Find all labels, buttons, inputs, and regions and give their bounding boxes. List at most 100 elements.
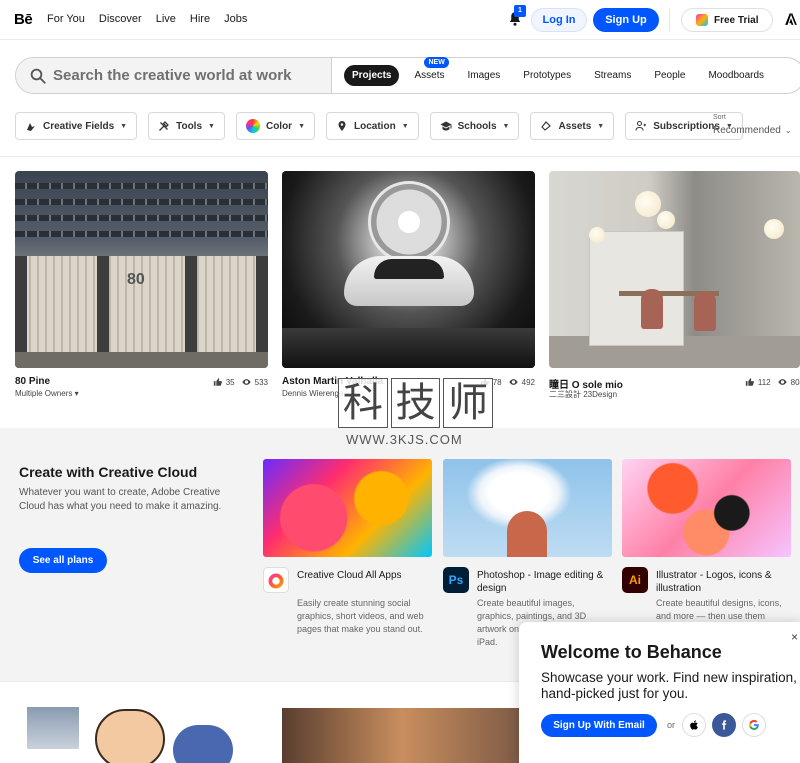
nav-discover[interactable]: Discover	[99, 13, 142, 25]
asset-tag-icon	[541, 121, 552, 131]
google-signin-button[interactable]	[742, 713, 766, 737]
project-stats: 112 804	[745, 377, 800, 387]
adobe-logo-icon[interactable]	[784, 12, 798, 26]
project-owner[interactable]: 二三設計 23Design	[549, 389, 617, 400]
search-input[interactable]: Search the creative world at work	[53, 67, 291, 84]
app-card-creative-cloud[interactable]: Creative Cloud All Apps Easily create st…	[263, 459, 432, 634]
nav-live[interactable]: Live	[156, 13, 176, 25]
filter-label: Location	[354, 120, 396, 132]
color-wheel-icon	[245, 119, 260, 133]
top-navigation: Bē For You Discover Live Hire Jobs 1 Log…	[0, 0, 800, 40]
watermark-char: 科	[338, 378, 388, 428]
tab-streams[interactable]: Streams	[586, 65, 639, 86]
tab-images[interactable]: Images	[459, 65, 508, 86]
view-count: 533	[254, 377, 268, 387]
signup-with-email-button[interactable]: Sign Up With Email	[541, 714, 657, 737]
welcome-popup: × Welcome to Behance Showcase your work.…	[519, 622, 800, 763]
creative-cloud-logo-icon	[268, 573, 284, 589]
project-stats: 35 533	[213, 377, 268, 387]
filter-tools[interactable]: Tools ▼	[148, 112, 225, 140]
search-icon	[30, 68, 46, 84]
sort-label: Sort	[713, 114, 726, 121]
owner-name: Multiple Owners	[15, 389, 73, 398]
tab-assets[interactable]: NEW Assets	[406, 57, 452, 86]
close-icon[interactable]: ×	[791, 630, 798, 644]
chevron-down-icon: ▼	[597, 122, 605, 130]
tab-prototypes[interactable]: Prototypes	[515, 65, 579, 86]
chevron-down-icon: ▼	[401, 122, 409, 130]
app-name[interactable]: Photoshop - Image editing & design	[477, 569, 612, 595]
search-field[interactable]: Search the creative world at work	[16, 58, 332, 93]
project-thumbnail[interactable]: 80	[15, 171, 268, 368]
chevron-down-icon: ▼	[120, 122, 128, 130]
filter-label: Creative Fields	[43, 120, 115, 132]
free-trial-button[interactable]: Free Trial	[681, 8, 773, 32]
filter-schools[interactable]: Schools ▼	[429, 112, 520, 140]
watermark-char: 师	[443, 378, 494, 428]
project-thumbnail[interactable]	[549, 171, 800, 368]
signup-button[interactable]: Sign Up	[593, 8, 659, 32]
app-name[interactable]: Creative Cloud All Apps	[297, 569, 432, 582]
filter-label: Schools	[457, 120, 497, 132]
app-card-photoshop[interactable]: Ps Photoshop - Image editing & design Cr…	[443, 459, 612, 647]
facebook-icon	[721, 720, 727, 730]
google-icon	[748, 719, 759, 730]
thumbs-up-icon	[745, 378, 754, 386]
palette-icon	[27, 123, 35, 131]
app-image[interactable]	[622, 459, 791, 557]
eye-icon	[508, 379, 518, 385]
behance-logo[interactable]: Bē	[14, 11, 33, 28]
app-card-illustrator[interactable]: Ai Illustrator - Logos, icons & illustra…	[622, 459, 791, 621]
or-label: or	[667, 720, 676, 730]
eye-icon	[777, 379, 787, 385]
apple-signin-button[interactable]	[682, 713, 706, 737]
chevron-down-icon: ▼	[208, 122, 215, 130]
search-category-tabs: Projects NEW Assets Images Prototypes St…	[344, 57, 779, 86]
tab-people[interactable]: People	[646, 65, 693, 86]
filter-location[interactable]: Location ▼	[326, 112, 419, 140]
project-card[interactable]: 80 80 Pine Multiple Owners ▾ 35 533	[15, 171, 268, 398]
filter-color[interactable]: Color ▼	[235, 112, 316, 140]
project-thumbnail[interactable]	[282, 708, 522, 763]
tab-moodboards[interactable]: Moodboards	[700, 65, 772, 86]
project-thumbnail[interactable]	[15, 705, 268, 763]
project-owner[interactable]: Dennis Wierenga	[282, 389, 343, 398]
watermark-char: 技	[390, 378, 441, 428]
app-image[interactable]	[443, 459, 612, 557]
creative-cloud-app-icon	[263, 567, 289, 593]
chevron-down-icon: ▾	[74, 389, 79, 398]
app-image[interactable]	[263, 459, 432, 557]
nav-for-you[interactable]: For You	[47, 13, 85, 25]
nav-divider	[669, 8, 670, 32]
tab-projects[interactable]: Projects	[344, 65, 400, 86]
promo-title: Create with Creative Cloud	[19, 464, 198, 480]
filter-assets[interactable]: Assets ▼	[530, 112, 615, 140]
filter-label: Tools	[176, 120, 203, 132]
project-thumbnail[interactable]	[282, 171, 535, 368]
building-number: 80	[127, 271, 145, 288]
app-description: Easily create stunning social graphics, …	[297, 598, 424, 634]
project-title[interactable]: 80 Pine	[15, 376, 50, 387]
creative-cloud-icon	[696, 14, 708, 26]
nav-jobs[interactable]: Jobs	[224, 13, 247, 25]
like-count: 35	[225, 377, 235, 387]
graduation-cap-icon	[440, 121, 452, 131]
project-card[interactable]: Aston Martin Valhalla Dennis Wierenga 78…	[282, 171, 535, 398]
facebook-signin-button[interactable]	[712, 713, 736, 737]
sort-value: Recommended	[713, 125, 781, 136]
app-name[interactable]: Illustrator - Logos, icons & illustratio…	[656, 569, 791, 595]
divider	[0, 156, 800, 157]
subscriptions-icon	[635, 121, 647, 131]
watermark-url: WWW.3KJS.COM	[346, 432, 463, 447]
project-owner[interactable]: Multiple Owners ▾	[15, 389, 79, 398]
login-button[interactable]: Log In	[531, 8, 587, 32]
new-badge: NEW	[424, 57, 449, 68]
popup-text: Showcase your work. Find new inspiration…	[541, 670, 797, 701]
photoshop-icon: Ps	[443, 567, 469, 593]
sort-dropdown[interactable]: Recommended ⌄	[713, 125, 792, 136]
watermark: 科 技 师	[338, 378, 496, 430]
project-card[interactable]: 瞳日 O sole mio 二三設計 23Design 112 804	[549, 171, 800, 399]
filter-creative-fields[interactable]: Creative Fields ▼	[15, 112, 138, 140]
nav-hire[interactable]: Hire	[190, 13, 210, 25]
see-all-plans-button[interactable]: See all plans	[19, 548, 107, 573]
